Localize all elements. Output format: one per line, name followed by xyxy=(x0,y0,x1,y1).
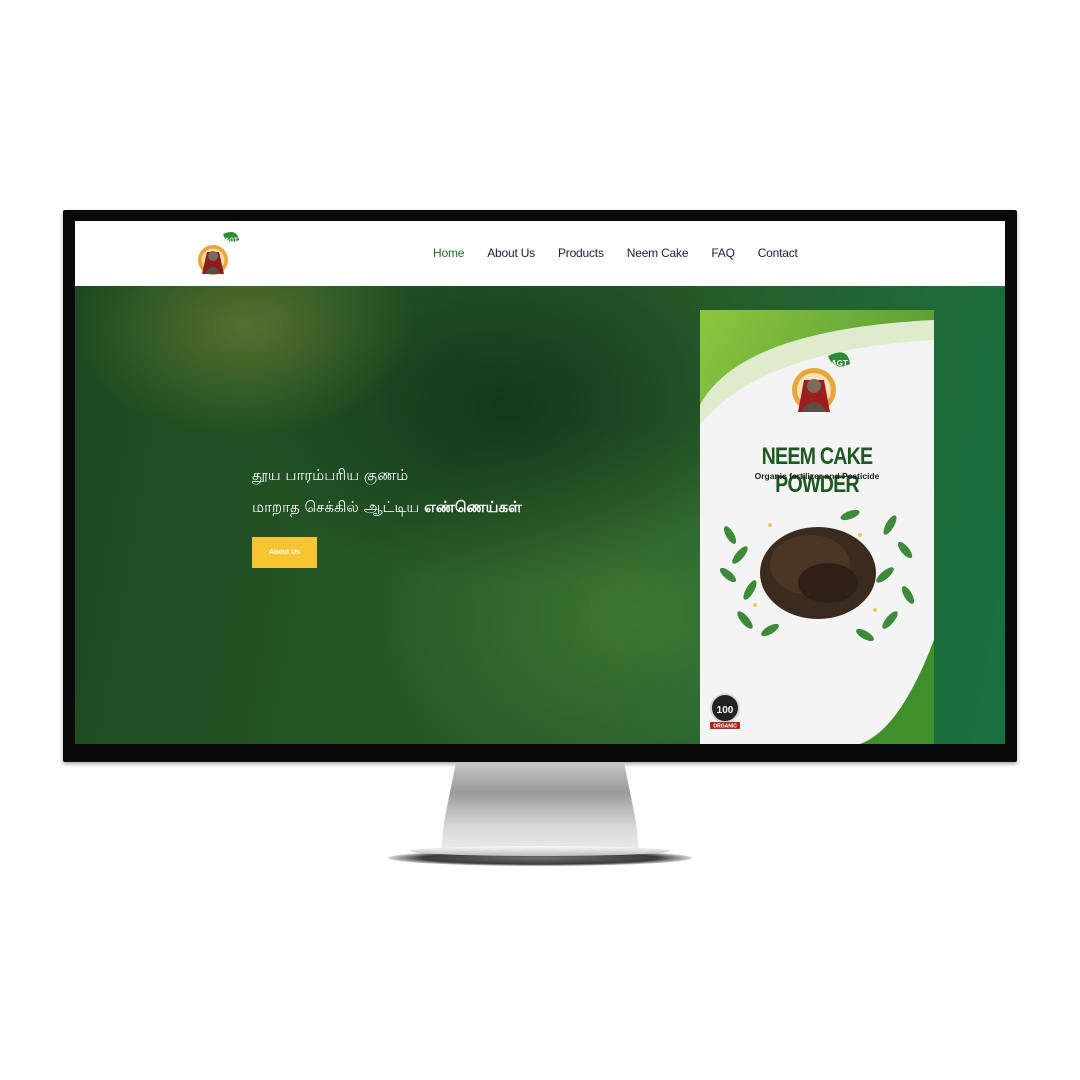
nav-products[interactable]: Products xyxy=(558,246,604,260)
nav-home[interactable]: Home xyxy=(433,246,464,260)
svg-text:ORGANIC: ORGANIC xyxy=(713,724,737,730)
hero-tagline-regular: மாறாத செக்கில் ஆட்டிய xyxy=(252,498,425,516)
website-screen: AGT Home About Us Products Neem Cake FAQ… xyxy=(75,221,1005,744)
nav-contact[interactable]: Contact xyxy=(758,246,798,260)
bag-brand-logo: AGT xyxy=(792,352,850,412)
nav-about-us[interactable]: About Us xyxy=(487,246,535,260)
product-subtitle: Organic fertilizer and Pesticide xyxy=(754,471,880,481)
svg-text:AGT: AGT xyxy=(225,238,238,244)
hero-banner: தூய பாரம்பரிய குணம் மாறாத செக்கில் ஆட்டி… xyxy=(75,286,1005,744)
monitor-frame: AGT Home About Us Products Neem Cake FAQ… xyxy=(63,210,1017,762)
svg-text:AGT: AGT xyxy=(831,359,848,368)
neem-leaves-and-powder-illustration xyxy=(719,509,915,642)
hero-tagline-bold: எண்ணெய்கள் xyxy=(424,498,522,516)
site-header: AGT Home About Us Products Neem Cake FAQ… xyxy=(75,221,1005,286)
nav-neem-cake[interactable]: Neem Cake xyxy=(627,246,689,260)
nav-faq[interactable]: FAQ xyxy=(711,246,735,260)
hero-tagline-line2: மாறாத செக்கில் ஆட்டிய எண்ணெய்கள் xyxy=(252,498,522,518)
organic-badge: 100 ORGANIC xyxy=(710,693,740,730)
main-navigation: Home About Us Products Neem Cake FAQ Con… xyxy=(433,241,798,265)
neem-cake-product-image[interactable]: AGT NEEM CAKE POWDER Organic fertilizer … xyxy=(700,310,934,744)
about-us-button[interactable]: About Us xyxy=(252,537,317,568)
brand-logo[interactable]: AGT xyxy=(197,230,241,278)
hero-tagline-line1: தூய பாரம்பரிய குணம் xyxy=(252,466,409,484)
monitor-stand-base xyxy=(410,846,670,856)
svg-text:100: 100 xyxy=(717,705,734,716)
